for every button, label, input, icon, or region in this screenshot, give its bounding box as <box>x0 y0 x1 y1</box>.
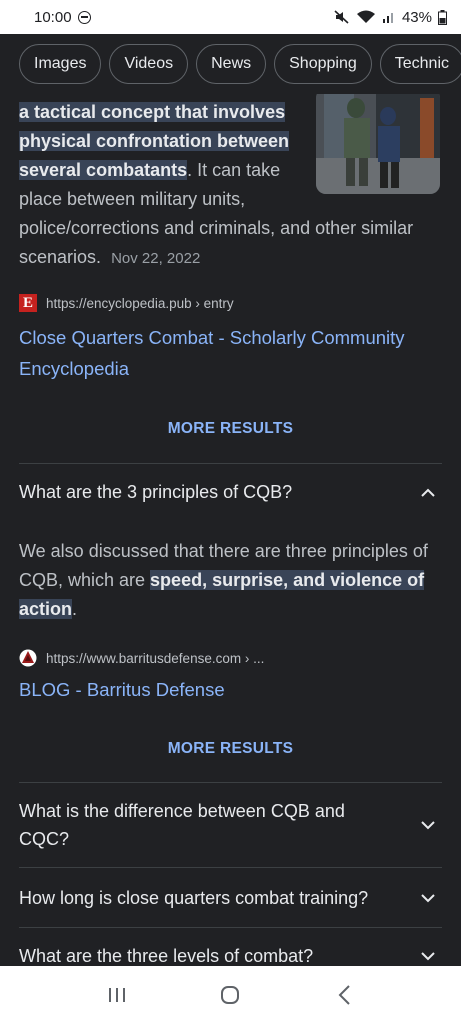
status-time-group: 10:00 <box>34 9 91 26</box>
result-title-link[interactable]: Close Quarters Combat - Scholarly Commun… <box>19 322 439 384</box>
faq-source-url: https://www.barritusdefense.com › ... <box>46 650 265 666</box>
faq-question-text: What are the 3 principles of CQB? <box>19 482 293 502</box>
faq-source[interactable]: https://www.barritusdefense.com › ... <box>19 649 264 667</box>
faq-question-levels[interactable]: What are the three levels of combat? <box>19 942 442 966</box>
chip-images[interactable]: Images <box>19 44 102 84</box>
home-icon[interactable] <box>210 975 250 1015</box>
faq-question-training[interactable]: How long is close quarters combat traini… <box>19 884 442 912</box>
divider <box>19 782 442 783</box>
results-content: a tactical concept that involves physica… <box>0 94 461 966</box>
wifi-icon <box>356 9 376 25</box>
back-icon[interactable] <box>324 975 364 1015</box>
faq-answer: We also discussed that there are three p… <box>19 537 444 624</box>
chevron-down-icon[interactable] <box>420 890 436 906</box>
result-source[interactable]: E https://encyclopedia.pub › entry <box>19 294 234 312</box>
chip-videos[interactable]: Videos <box>109 44 189 84</box>
chip-technical[interactable]: Technic <box>379 44 461 84</box>
search-filter-chips: Images Videos News Shopping Technic <box>0 34 461 94</box>
status-icons: 43% <box>334 9 447 26</box>
faq-title-link[interactable]: BLOG - Barritus Defense <box>19 674 439 705</box>
status-bar: 10:00 43% <box>0 0 461 34</box>
do-not-disturb-icon <box>77 10 91 24</box>
more-results-button[interactable]: MORE RESULTS <box>0 420 461 438</box>
featured-snippet: a tactical concept that involves physica… <box>19 94 440 273</box>
battery-icon <box>438 9 447 25</box>
faq-question-text: What is the difference between CQB and C… <box>19 801 345 849</box>
divider <box>19 867 442 868</box>
chevron-up-icon[interactable] <box>420 484 436 500</box>
divider <box>19 463 442 464</box>
chevron-down-icon[interactable] <box>420 817 436 833</box>
barritus-favicon-icon <box>19 649 37 667</box>
status-time: 10:00 <box>34 8 72 26</box>
encyclopedia-favicon-icon: E <box>19 294 37 312</box>
chevron-down-icon[interactable] <box>420 948 436 964</box>
chip-news[interactable]: News <box>196 44 267 84</box>
faq-question-principles[interactable]: What are the 3 principles of CQB? <box>19 478 442 506</box>
recent-apps-icon[interactable] <box>97 975 137 1015</box>
battery-level: 43% <box>401 8 432 26</box>
mute-icon <box>334 9 350 25</box>
snippet-thumbnail[interactable] <box>316 94 440 194</box>
chip-shopping[interactable]: Shopping <box>274 44 372 84</box>
result-source-url: https://encyclopedia.pub › entry <box>46 295 234 311</box>
divider <box>19 927 442 928</box>
faq-more-results-button[interactable]: MORE RESULTS <box>0 740 461 758</box>
faq-answer-end: . <box>72 599 78 619</box>
snippet-date: Nov 22, 2022 <box>111 250 201 267</box>
faq-question-text: How long is close quarters combat traini… <box>19 888 369 908</box>
faq-question-difference[interactable]: What is the difference between CQB and C… <box>19 797 442 853</box>
faq-question-text: What are the three levels of combat? <box>19 946 314 966</box>
system-navigation-bar <box>0 966 461 1024</box>
signal-icon <box>382 10 396 24</box>
